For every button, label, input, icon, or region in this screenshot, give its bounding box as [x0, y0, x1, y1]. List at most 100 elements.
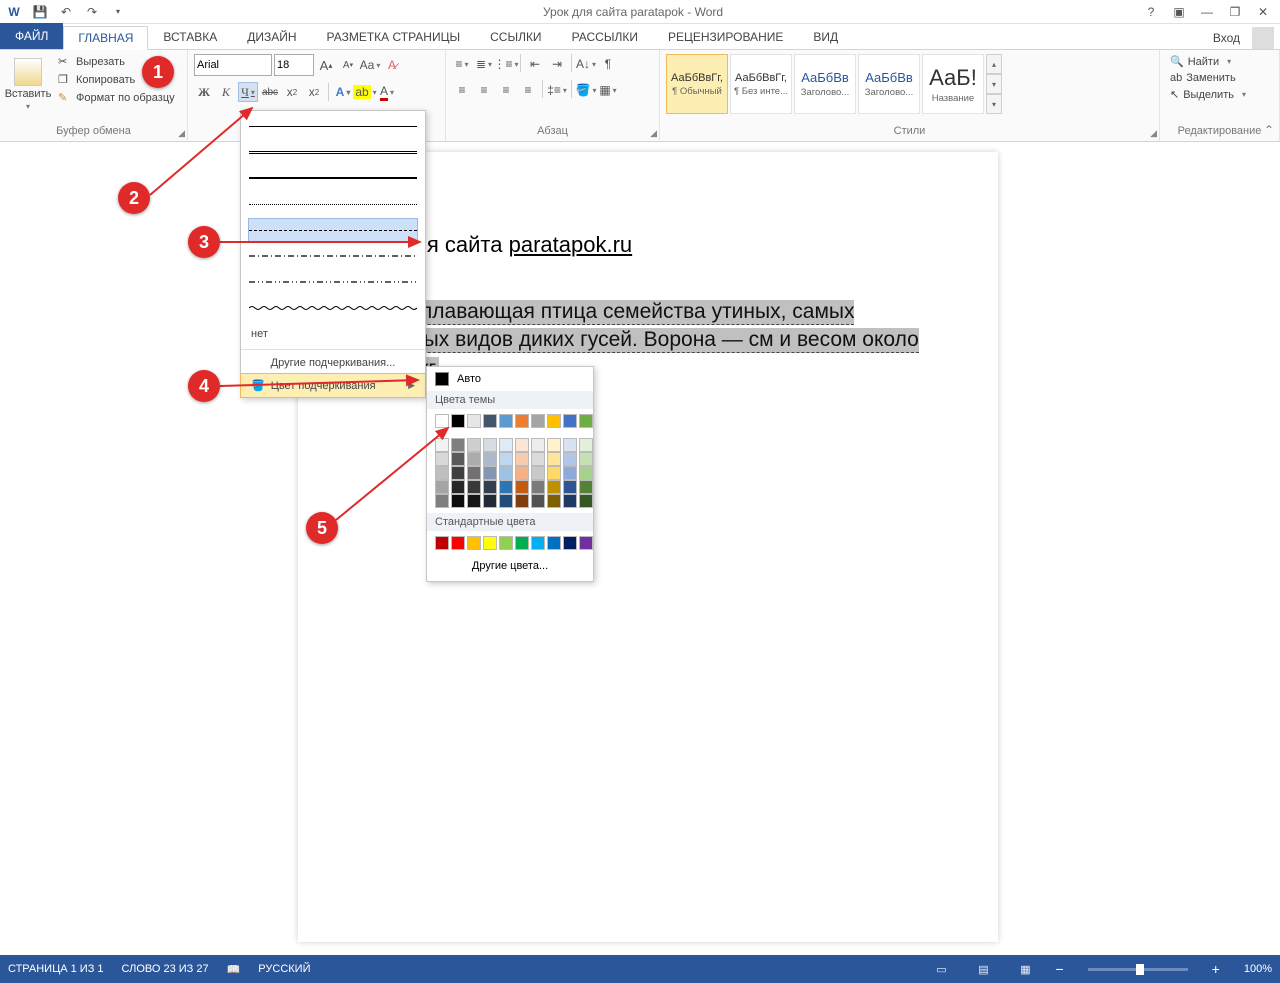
underline-style-double[interactable] [249, 141, 417, 163]
tab-view[interactable]: ВИД [798, 25, 853, 49]
show-marks-icon[interactable]: ¶ [598, 54, 618, 74]
color-swatch[interactable] [579, 494, 593, 508]
dialog-launcher-icon[interactable]: ◢ [178, 128, 185, 139]
color-swatch[interactable] [499, 466, 513, 480]
color-swatch[interactable] [547, 536, 561, 550]
color-swatch[interactable] [451, 438, 465, 452]
gallery-scroll-button[interactable]: ▴ [986, 54, 1002, 74]
color-swatch[interactable] [467, 438, 481, 452]
color-swatch[interactable] [531, 536, 545, 550]
gallery-scroll-button[interactable]: ▾ [986, 74, 1002, 94]
color-swatch[interactable] [435, 494, 449, 508]
styles-gallery[interactable]: АаБбВвГг,¶ ОбычныйАаБбВвГг,¶ Без инте...… [666, 54, 1153, 114]
superscript-button[interactable]: x2 [304, 82, 324, 102]
color-swatch[interactable] [483, 494, 497, 508]
paste-button[interactable]: Вставить ▾ [6, 54, 50, 115]
color-swatch[interactable] [483, 414, 497, 428]
increase-indent-icon[interactable]: ⇥ [547, 54, 567, 74]
color-swatch[interactable] [547, 438, 561, 452]
color-swatch[interactable] [563, 494, 577, 508]
color-swatch[interactable] [435, 414, 449, 428]
color-swatch[interactable] [579, 452, 593, 466]
bold-button[interactable]: Ж [194, 82, 214, 102]
color-swatch[interactable] [483, 466, 497, 480]
help-icon[interactable]: ? [1138, 2, 1164, 22]
tab-mailings[interactable]: РАССЫЛКИ [557, 25, 653, 49]
minimize-icon[interactable]: — [1194, 2, 1220, 22]
web-layout-icon[interactable]: ▦ [1013, 959, 1037, 979]
style-item[interactable]: АаБбВвГг,¶ Обычный [666, 54, 728, 114]
color-swatch[interactable] [531, 438, 545, 452]
color-swatch[interactable] [547, 414, 561, 428]
borders-icon[interactable]: ▦ [598, 80, 618, 100]
underline-style-dash-dot[interactable] [249, 245, 417, 267]
color-swatch[interactable] [547, 494, 561, 508]
color-swatch[interactable] [483, 438, 497, 452]
shrink-font-icon[interactable]: A▾ [338, 55, 358, 75]
tab-home[interactable]: ГЛАВНАЯ [63, 26, 148, 50]
multilevel-icon[interactable]: ⋮≡ [496, 54, 516, 74]
color-swatch[interactable] [435, 438, 449, 452]
color-swatch[interactable] [467, 414, 481, 428]
print-layout-icon[interactable]: ▤ [971, 959, 995, 979]
style-item[interactable]: АаБбВвГг,¶ Без инте... [730, 54, 792, 114]
color-swatch[interactable] [451, 414, 465, 428]
color-swatch[interactable] [499, 414, 513, 428]
color-swatch[interactable] [467, 494, 481, 508]
color-swatch[interactable] [515, 414, 529, 428]
underline-style-single[interactable] [249, 115, 417, 137]
style-item[interactable]: АаБ!Название [922, 54, 984, 114]
underline-style-dashed[interactable] [249, 219, 417, 241]
color-swatch[interactable] [563, 466, 577, 480]
redo-icon[interactable]: ↷ [82, 2, 102, 22]
color-swatch[interactable] [531, 466, 545, 480]
close-icon[interactable]: ✕ [1250, 2, 1276, 22]
color-swatch[interactable] [563, 536, 577, 550]
color-swatch[interactable] [467, 480, 481, 494]
color-swatch[interactable] [515, 480, 529, 494]
sign-in-link[interactable]: Вход [1205, 27, 1248, 49]
font-size-select[interactable] [274, 54, 314, 76]
grow-font-icon[interactable]: A▴ [316, 55, 336, 75]
color-swatch[interactable] [467, 466, 481, 480]
color-swatch[interactable] [451, 536, 465, 550]
color-swatch[interactable] [483, 452, 497, 466]
numbering-icon[interactable]: ≣ [474, 54, 494, 74]
color-swatch[interactable] [579, 414, 593, 428]
align-left-icon[interactable]: ≡ [452, 80, 472, 100]
tab-references[interactable]: ССЫЛКИ [475, 25, 556, 49]
color-swatch[interactable] [547, 480, 561, 494]
style-item[interactable]: АаБбВвЗаголово... [794, 54, 856, 114]
tab-insert[interactable]: ВСТАВКА [148, 25, 232, 49]
font-name-select[interactable] [194, 54, 272, 76]
color-swatch[interactable] [515, 452, 529, 466]
color-swatch[interactable] [499, 480, 513, 494]
color-swatch[interactable] [483, 536, 497, 550]
color-swatch[interactable] [531, 494, 545, 508]
clear-formatting-icon[interactable]: A̷ [382, 55, 402, 75]
color-swatch[interactable] [515, 438, 529, 452]
color-swatch[interactable] [483, 480, 497, 494]
color-swatch[interactable] [547, 466, 561, 480]
more-underlines-item[interactable]: Другие подчеркивания... [241, 352, 425, 374]
underline-style-dash-dot-dot[interactable] [249, 271, 417, 293]
tab-design[interactable]: ДИЗАЙН [232, 25, 311, 49]
color-swatch[interactable] [579, 480, 593, 494]
qat-customize-icon[interactable]: ▾ [108, 2, 128, 22]
color-swatch[interactable] [451, 466, 465, 480]
sort-icon[interactable]: A↓ [576, 54, 596, 74]
status-words[interactable]: СЛОВО 23 ИЗ 27 [122, 963, 209, 975]
word-icon[interactable]: W [4, 2, 24, 22]
color-swatch[interactable] [435, 536, 449, 550]
color-swatch[interactable] [515, 494, 529, 508]
undo-icon[interactable]: ↶ [56, 2, 76, 22]
style-item[interactable]: АаБбВвЗаголово... [858, 54, 920, 114]
color-swatch[interactable] [451, 494, 465, 508]
more-colors-item[interactable]: Другие цвета... [427, 555, 593, 577]
color-auto-item[interactable]: Авто [427, 367, 593, 391]
zoom-level[interactable]: 100% [1244, 963, 1272, 975]
color-swatch[interactable] [531, 414, 545, 428]
underline-button[interactable]: Ч [238, 82, 258, 102]
line-spacing-icon[interactable]: ‡≡ [547, 80, 567, 100]
color-swatch[interactable] [579, 466, 593, 480]
